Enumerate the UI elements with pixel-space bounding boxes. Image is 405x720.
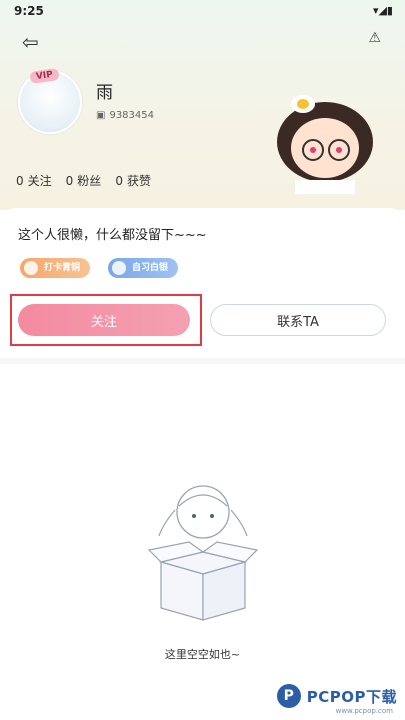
bio-text: 这个人很懒，什么都没留下~~~ [18, 228, 207, 243]
user-id-value: 9383454 [109, 110, 154, 121]
back-arrow-icon[interactable]: ⇦ [22, 30, 39, 54]
badge-study[interactable]: 自习白银 [108, 258, 179, 278]
status-time: 9:25 [14, 4, 44, 18]
watermark-text: PCPOP下载 [306, 687, 397, 706]
section-divider [0, 358, 405, 364]
pcpop-logo-icon: P [276, 684, 301, 708]
stat-likes[interactable]: 0 获赞 [115, 172, 151, 189]
stat-following[interactable]: 0 关注 [16, 172, 52, 189]
empty-state-message: 这里空空如也~ [164, 648, 241, 661]
contact-button[interactable]: 联系TA [210, 304, 386, 336]
status-bar: 9:25 ▾◢▮ [0, 0, 405, 24]
watermark-subtext: www.pcpop.com [335, 707, 393, 715]
badge-checkin[interactable]: 打卡青铜 [20, 258, 91, 278]
empty-box-illustration [147, 485, 259, 621]
follow-button[interactable]: 关注 [18, 304, 190, 336]
profile-stats: 0 关注 0 粉丝 0 获赞 [16, 172, 151, 189]
badge-icon [112, 261, 126, 275]
badge-icon [24, 261, 38, 275]
character-illustration [277, 95, 373, 194]
profile-header: 9:25 ▾◢▮ ⇦ ⚠ VIP 雨 ▣ 9383454 0 关注 0 粉丝 0 获赞 [0, 0, 405, 210]
camera-icon: ▣ [96, 110, 106, 121]
username: 雨 [96, 83, 113, 103]
watermark: P PCPOP下载 [276, 684, 397, 708]
warning-icon[interactable]: ⚠ [368, 30, 381, 46]
user-id: ▣ 9383454 [96, 110, 154, 121]
stat-followers[interactable]: 0 粉丝 [66, 172, 102, 189]
status-icons: ▾◢▮ [372, 4, 393, 17]
